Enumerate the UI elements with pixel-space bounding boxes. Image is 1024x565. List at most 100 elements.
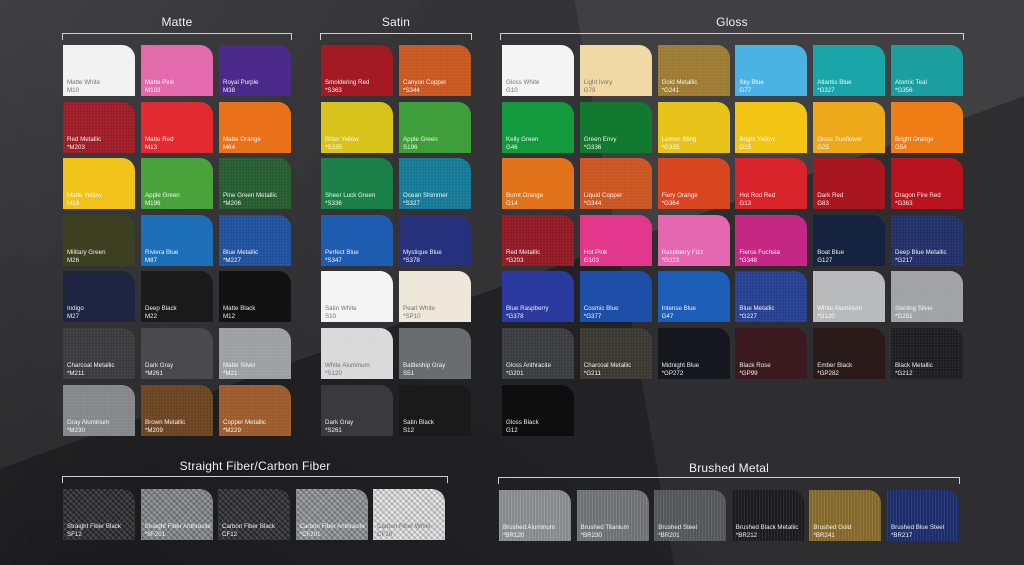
swatch-matte: Brown Metallic *M209 xyxy=(141,384,213,436)
swatch-code: *G335 xyxy=(661,143,680,151)
swatch-name: White Aluminum xyxy=(325,362,370,369)
swatch-name: Brown Metallic xyxy=(145,418,186,426)
swatch-name: Blue Metallic xyxy=(739,305,775,313)
swatch-gloss: Cosmic Blue *G377 xyxy=(579,271,652,323)
swatch-code: *G344 xyxy=(583,200,602,208)
swatch-code: M196 xyxy=(145,200,161,208)
swatch-matte: Indigo M27 xyxy=(63,271,135,323)
swatch-name: Blue Metallic xyxy=(223,248,259,256)
swatch-gloss: Midnight Blue *GP272 xyxy=(657,328,730,379)
swatch-code: G54 xyxy=(895,143,907,151)
swatch-code: *M229 xyxy=(223,426,241,434)
swatch-name: Sheer Luck Green xyxy=(325,192,376,200)
swatch-code: M13 xyxy=(145,143,158,151)
swatch-code: *M227 xyxy=(223,256,241,264)
swatch-code: *G348 xyxy=(739,256,757,264)
swatch-satin: Satin Black S12 xyxy=(399,384,471,436)
swatch-carbon: Carbon Fiber White CF10 xyxy=(373,489,445,540)
swatch-name: Brushed Aluminum xyxy=(503,524,555,531)
swatch-matte: Copper Metallic *M229 xyxy=(219,384,291,436)
swatch-code: *SP10 xyxy=(403,313,421,321)
swatch-gloss: Charcoal Metallic *G211 xyxy=(579,328,652,379)
swatch-name: Fierce Fuchsia xyxy=(739,248,780,256)
swatch-name: Light Ivory xyxy=(583,79,613,86)
swatch-matte: Matte Red M13 xyxy=(141,101,213,153)
swatch-code: G10 xyxy=(506,87,518,94)
swatch-name: Sterling Silver xyxy=(895,305,934,313)
swatch-gloss: Burnt Orange G14 xyxy=(502,158,574,210)
swatch-name: Pine Green Metallic xyxy=(223,192,277,200)
swatch-gloss: Atomic Teal *G356 xyxy=(891,45,963,96)
swatch-name: Brushed Black Metallic xyxy=(735,524,799,531)
swatch-code: *G364 xyxy=(661,200,680,208)
swatch-name: Red Metallic xyxy=(506,248,541,256)
swatch-gloss: Kelly Green G46 xyxy=(502,101,574,153)
swatch-matte: Matte Yellow M19 xyxy=(63,158,135,210)
swatch-name: Dark Red xyxy=(817,192,844,200)
swatch-name: Gloss Black xyxy=(506,418,539,426)
swatch-code: *M230 xyxy=(67,426,85,434)
swatch-gloss: Bright Orange G54 xyxy=(891,101,963,153)
swatch-gloss: Green Envy *G336 xyxy=(579,101,652,153)
swatch-brushed: Brushed Blue Steel *BR217 xyxy=(887,490,959,541)
swatch-name: Blue Raspberry xyxy=(506,305,549,313)
swatch-code: *BR241 xyxy=(813,532,835,539)
swatch-name: Bitter Yellow xyxy=(325,135,359,143)
swatch-gloss: Fierce Fuchsia *G348 xyxy=(735,214,808,266)
swatch-name: Matte Silver xyxy=(223,362,256,369)
color-chart-page: Matte Satin Gloss Straight Fiber/Carbon … xyxy=(0,0,1024,565)
swatch-matte: Blue Metallic *M227 xyxy=(219,214,291,266)
swatch-code: *M206 xyxy=(223,200,241,208)
swatch-name: Atomic Teal xyxy=(895,79,927,86)
swatch-name: Liquid Copper xyxy=(583,192,623,200)
swatch-code: *G241 xyxy=(661,87,680,94)
swatch-satin: Pearl White *SP10 xyxy=(399,271,471,323)
swatch-code: *M211 xyxy=(67,370,85,377)
swatch-code: *BR212 xyxy=(735,532,758,539)
swatch-code: *S344 xyxy=(403,87,420,94)
swatch-brushed: Brushed Aluminum *BR120 xyxy=(499,490,571,541)
swatch-gloss: Dark Red G83 xyxy=(813,158,886,210)
swatch-code: M64 xyxy=(223,143,236,151)
swatch-matte: Royal Purple M38 xyxy=(219,45,291,96)
swatch-code: G25 xyxy=(817,143,829,151)
swatch-code: G46 xyxy=(506,143,518,151)
swatch-carbon: Carbon Fiber Black CF12 xyxy=(218,489,290,540)
swatch-name: Straight Fiber Black xyxy=(67,523,121,530)
swatch-satin: Smoldering Red *S363 xyxy=(321,45,393,96)
section-bracket-carbon-fiber xyxy=(62,476,448,483)
swatch-code: S51 xyxy=(403,370,415,377)
swatch-name: Matte White xyxy=(67,79,101,86)
swatch-code: M26 xyxy=(67,256,80,264)
swatch-name: Brushed Titanium xyxy=(580,524,629,531)
swatch-code: *G203 xyxy=(506,256,524,264)
swatch-gloss: Black Metallic *G212 xyxy=(891,328,963,379)
swatch-code: S196 xyxy=(403,143,418,151)
swatch-code: *S363 xyxy=(325,87,342,94)
swatch-code: *G377 xyxy=(583,313,602,321)
swatch-code: CF10 xyxy=(377,531,393,538)
swatch-gloss: Fiery Orange *G364 xyxy=(657,158,730,210)
swatch-name: Fiery Orange xyxy=(661,192,698,200)
swatch-code: *S335 xyxy=(325,143,342,151)
swatch-code: *G212 xyxy=(895,370,913,377)
swatch-gloss: Bright Yellow G15 xyxy=(735,101,808,153)
swatch-carbon: Carbon Fiber Anthracite *CF201 xyxy=(295,489,368,540)
swatch-name: Burnt Orange xyxy=(506,192,544,200)
swatch-name: Charcoal Metallic xyxy=(67,362,115,369)
swatch-satin: Dark Gray *S261 xyxy=(321,384,393,436)
swatch-code: SF12 xyxy=(67,531,82,538)
swatch-code: G77 xyxy=(739,87,752,94)
swatch-name: Hot Pink xyxy=(583,248,608,256)
swatch-code: *M261 xyxy=(145,370,163,377)
section-title-matte: Matte xyxy=(161,15,193,29)
swatch-code: G12 xyxy=(506,426,518,434)
swatch-name: Deep Black xyxy=(145,305,177,313)
swatch-name: Mystique Blue xyxy=(403,248,442,256)
swatch-name: Matte Orange xyxy=(223,135,261,143)
swatch-name: Bright Orange xyxy=(895,135,934,143)
swatch-satin: Apple Green S196 xyxy=(399,101,471,153)
section-title-satin: Satin xyxy=(381,15,411,29)
swatch-satin: Sheer Luck Green *S336 xyxy=(321,158,393,210)
swatch-matte: Red Metallic *M203 xyxy=(63,101,135,153)
